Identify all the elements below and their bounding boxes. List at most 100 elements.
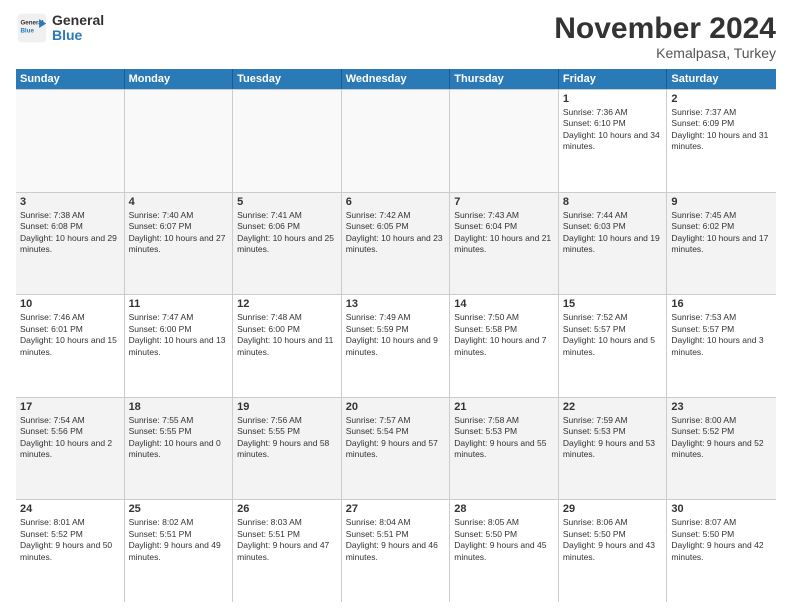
- calendar-cell-1-2: 5 Sunrise: 7:41 AM Sunset: 6:06 PM Daylig…: [233, 193, 342, 295]
- day-number: 30: [671, 503, 772, 515]
- calendar-cell-2-0: 10Sunrise: 7:46 AM Sunset: 6:01 PM Dayli…: [16, 295, 125, 397]
- header-day-sunday: Sunday: [16, 69, 125, 89]
- day-info: Sunrise: 7:55 AM Sunset: 5:55 PM Dayligh…: [129, 415, 229, 461]
- calendar-cell-0-5: 1 Sunrise: 7:36 AM Sunset: 6:10 PM Daylig…: [559, 90, 668, 192]
- calendar-cell-3-1: 18 Sunrise: 7:55 AM Sunset: 5:55 PM Dayli…: [125, 398, 234, 500]
- calendar-row-4: 24Sunrise: 8:01 AM Sunset: 5:52 PM Dayli…: [16, 500, 776, 602]
- calendar-cell-0-1: [125, 90, 234, 192]
- day-info: Sunrise: 7:47 AM Sunset: 6:00 PM Dayligh…: [129, 312, 229, 358]
- calendar-cell-0-0: [16, 90, 125, 192]
- month-title: November 2024: [554, 12, 776, 45]
- logo-icon: General Blue: [16, 12, 48, 44]
- day-info: Sunrise: 7:37 AM Sunset: 6:09 PM Dayligh…: [671, 107, 772, 153]
- day-number: 5: [237, 196, 337, 208]
- calendar-header: SundayMondayTuesdayWednesdayThursdayFrid…: [16, 69, 776, 89]
- day-number: 22: [563, 401, 663, 413]
- calendar-cell-1-3: 6 Sunrise: 7:42 AM Sunset: 6:05 PM Daylig…: [342, 193, 451, 295]
- day-info: Sunrise: 7:38 AM Sunset: 6:08 PM Dayligh…: [20, 210, 120, 256]
- calendar-row-2: 10Sunrise: 7:46 AM Sunset: 6:01 PM Dayli…: [16, 295, 776, 398]
- day-info: Sunrise: 7:54 AM Sunset: 5:56 PM Dayligh…: [20, 415, 120, 461]
- day-number: 28: [454, 503, 554, 515]
- day-number: 7: [454, 196, 554, 208]
- day-number: 16: [671, 298, 772, 310]
- day-info: Sunrise: 7:57 AM Sunset: 5:54 PM Dayligh…: [346, 415, 446, 461]
- calendar-cell-1-0: 3 Sunrise: 7:38 AM Sunset: 6:08 PM Daylig…: [16, 193, 125, 295]
- calendar-cell-1-1: 4 Sunrise: 7:40 AM Sunset: 6:07 PM Daylig…: [125, 193, 234, 295]
- calendar-cell-4-2: 26Sunrise: 8:03 AM Sunset: 5:51 PM Dayli…: [233, 500, 342, 602]
- day-info: Sunrise: 7:48 AM Sunset: 6:00 PM Dayligh…: [237, 312, 337, 358]
- calendar-cell-2-5: 15Sunrise: 7:52 AM Sunset: 5:57 PM Dayli…: [559, 295, 668, 397]
- day-info: Sunrise: 7:52 AM Sunset: 5:57 PM Dayligh…: [563, 312, 663, 358]
- day-number: 27: [346, 503, 446, 515]
- calendar-cell-0-3: [342, 90, 451, 192]
- calendar-cell-0-4: [450, 90, 559, 192]
- calendar-cell-3-6: 23Sunrise: 8:00 AM Sunset: 5:52 PM Dayli…: [667, 398, 776, 500]
- day-number: 4: [129, 196, 229, 208]
- calendar-cell-4-6: 30Sunrise: 8:07 AM Sunset: 5:50 PM Dayli…: [667, 500, 776, 602]
- calendar: SundayMondayTuesdayWednesdayThursdayFrid…: [16, 69, 776, 602]
- calendar-row-3: 17 Sunrise: 7:54 AM Sunset: 5:56 PM Dayli…: [16, 398, 776, 501]
- day-info: Sunrise: 7:58 AM Sunset: 5:53 PM Dayligh…: [454, 415, 554, 461]
- day-info: Sunrise: 7:42 AM Sunset: 6:05 PM Dayligh…: [346, 210, 446, 256]
- day-number: 1: [563, 93, 663, 105]
- day-info: Sunrise: 7:53 AM Sunset: 5:57 PM Dayligh…: [671, 312, 772, 358]
- calendar-cell-1-6: 9Sunrise: 7:45 AM Sunset: 6:02 PM Daylig…: [667, 193, 776, 295]
- calendar-cell-1-4: 7 Sunrise: 7:43 AM Sunset: 6:04 PM Daylig…: [450, 193, 559, 295]
- day-number: 6: [346, 196, 446, 208]
- day-number: 19: [237, 401, 337, 413]
- day-info: Sunrise: 7:45 AM Sunset: 6:02 PM Dayligh…: [671, 210, 772, 256]
- day-info: Sunrise: 8:05 AM Sunset: 5:50 PM Dayligh…: [454, 517, 554, 563]
- calendar-cell-2-3: 13Sunrise: 7:49 AM Sunset: 5:59 PM Dayli…: [342, 295, 451, 397]
- day-info: Sunrise: 7:59 AM Sunset: 5:53 PM Dayligh…: [563, 415, 663, 461]
- day-number: 17: [20, 401, 120, 413]
- calendar-cell-1-5: 8Sunrise: 7:44 AM Sunset: 6:03 PM Daylig…: [559, 193, 668, 295]
- header: General Blue General Blue November 2024 …: [16, 12, 776, 61]
- calendar-row-1: 3 Sunrise: 7:38 AM Sunset: 6:08 PM Daylig…: [16, 193, 776, 296]
- calendar-cell-4-4: 28 Sunrise: 8:05 AM Sunset: 5:50 PM Dayli…: [450, 500, 559, 602]
- svg-text:Blue: Blue: [20, 27, 34, 34]
- day-info: Sunrise: 7:43 AM Sunset: 6:04 PM Dayligh…: [454, 210, 554, 256]
- calendar-cell-4-5: 29 Sunrise: 8:06 AM Sunset: 5:50 PM Dayli…: [559, 500, 668, 602]
- header-day-monday: Monday: [125, 69, 234, 89]
- day-info: Sunrise: 7:49 AM Sunset: 5:59 PM Dayligh…: [346, 312, 446, 358]
- calendar-cell-4-0: 24Sunrise: 8:01 AM Sunset: 5:52 PM Dayli…: [16, 500, 125, 602]
- header-day-saturday: Saturday: [667, 69, 776, 89]
- day-info: Sunrise: 7:41 AM Sunset: 6:06 PM Dayligh…: [237, 210, 337, 256]
- day-info: Sunrise: 7:36 AM Sunset: 6:10 PM Dayligh…: [563, 107, 663, 153]
- logo-text: General Blue: [52, 13, 104, 44]
- day-info: Sunrise: 7:40 AM Sunset: 6:07 PM Dayligh…: [129, 210, 229, 256]
- page: General Blue General Blue November 2024 …: [0, 0, 792, 612]
- day-number: 23: [671, 401, 772, 413]
- day-number: 20: [346, 401, 446, 413]
- header-day-wednesday: Wednesday: [342, 69, 451, 89]
- location: Kemalpasa, Turkey: [554, 45, 776, 61]
- calendar-cell-2-1: 11 Sunrise: 7:47 AM Sunset: 6:00 PM Dayli…: [125, 295, 234, 397]
- day-number: 18: [129, 401, 229, 413]
- calendar-cell-3-0: 17 Sunrise: 7:54 AM Sunset: 5:56 PM Dayli…: [16, 398, 125, 500]
- calendar-cell-0-6: 2 Sunrise: 7:37 AM Sunset: 6:09 PM Daylig…: [667, 90, 776, 192]
- day-info: Sunrise: 8:04 AM Sunset: 5:51 PM Dayligh…: [346, 517, 446, 563]
- day-number: 2: [671, 93, 772, 105]
- calendar-cell-3-3: 20 Sunrise: 7:57 AM Sunset: 5:54 PM Dayli…: [342, 398, 451, 500]
- calendar-cell-2-4: 14Sunrise: 7:50 AM Sunset: 5:58 PM Dayli…: [450, 295, 559, 397]
- day-info: Sunrise: 7:46 AM Sunset: 6:01 PM Dayligh…: [20, 312, 120, 358]
- calendar-cell-3-5: 22 Sunrise: 7:59 AM Sunset: 5:53 PM Dayli…: [559, 398, 668, 500]
- calendar-cell-2-6: 16 Sunrise: 7:53 AM Sunset: 5:57 PM Dayli…: [667, 295, 776, 397]
- logo: General Blue General Blue: [16, 12, 104, 44]
- day-info: Sunrise: 7:50 AM Sunset: 5:58 PM Dayligh…: [454, 312, 554, 358]
- day-number: 3: [20, 196, 120, 208]
- day-info: Sunrise: 8:06 AM Sunset: 5:50 PM Dayligh…: [563, 517, 663, 563]
- calendar-cell-3-2: 19Sunrise: 7:56 AM Sunset: 5:55 PM Dayli…: [233, 398, 342, 500]
- day-number: 29: [563, 503, 663, 515]
- day-number: 25: [129, 503, 229, 515]
- day-number: 21: [454, 401, 554, 413]
- logo-general: General: [52, 13, 104, 28]
- calendar-cell-4-3: 27 Sunrise: 8:04 AM Sunset: 5:51 PM Dayli…: [342, 500, 451, 602]
- calendar-body: 1 Sunrise: 7:36 AM Sunset: 6:10 PM Daylig…: [16, 89, 776, 602]
- day-info: Sunrise: 7:44 AM Sunset: 6:03 PM Dayligh…: [563, 210, 663, 256]
- calendar-row-0: 1 Sunrise: 7:36 AM Sunset: 6:10 PM Daylig…: [16, 89, 776, 193]
- header-day-friday: Friday: [559, 69, 668, 89]
- calendar-cell-3-4: 21 Sunrise: 7:58 AM Sunset: 5:53 PM Dayli…: [450, 398, 559, 500]
- day-number: 11: [129, 298, 229, 310]
- title-block: November 2024 Kemalpasa, Turkey: [554, 12, 776, 61]
